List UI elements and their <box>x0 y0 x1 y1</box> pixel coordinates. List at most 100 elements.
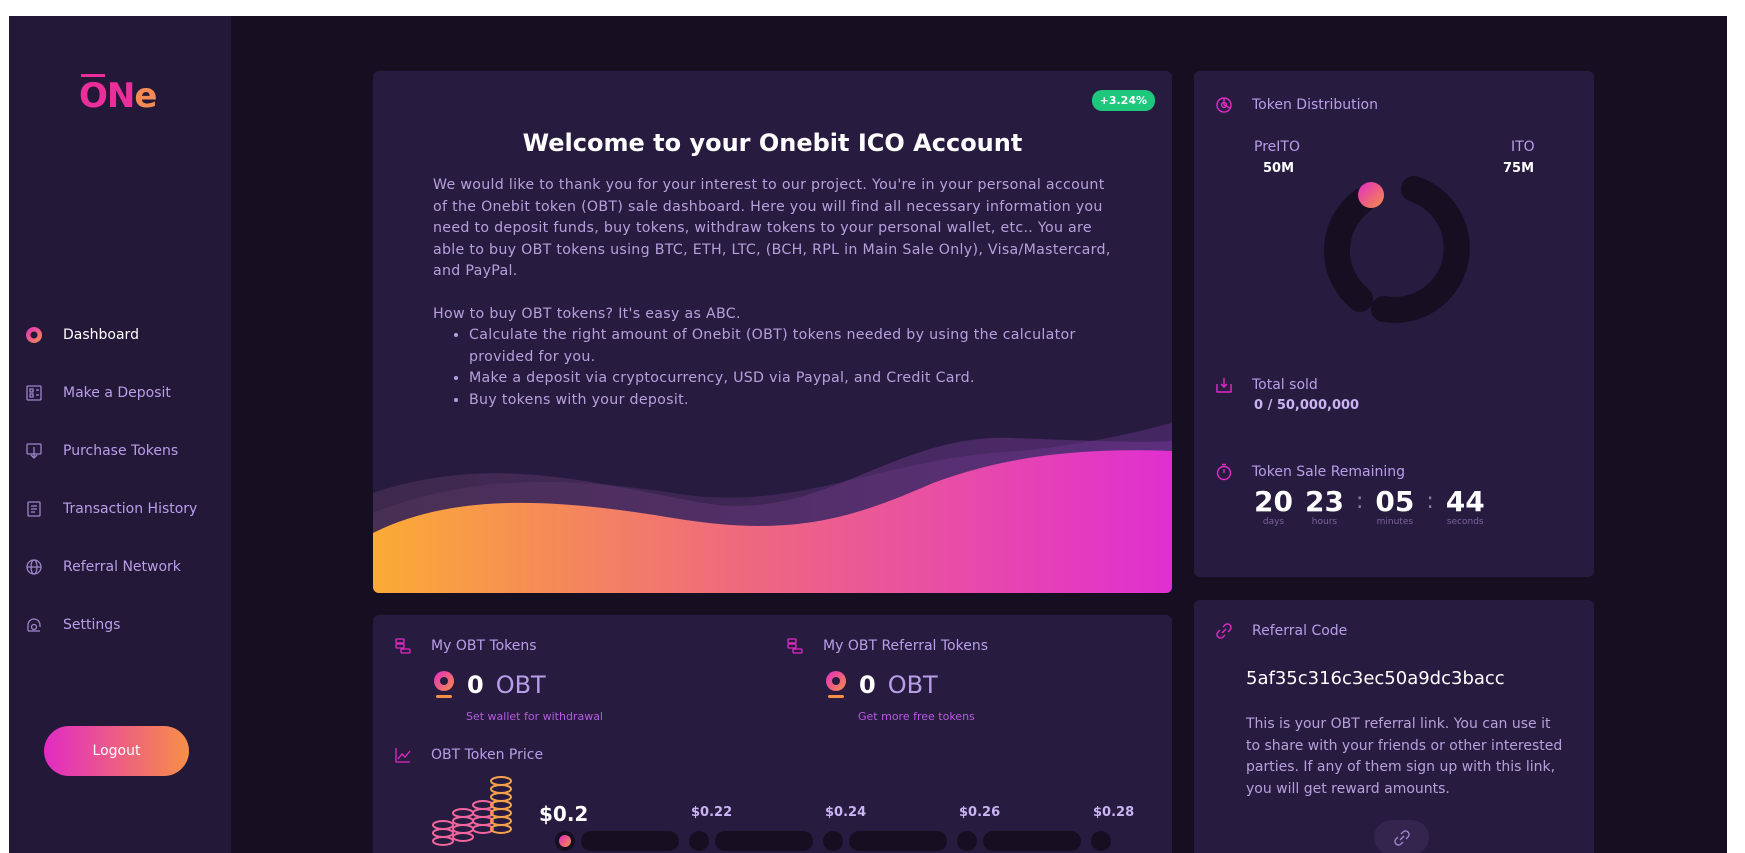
countdown-separator: : <box>1426 489 1434 514</box>
coin-stack-graphic <box>432 776 512 846</box>
token-price-header: OBT Token Price <box>393 745 543 765</box>
total-sold-value: 0 / 50,000,000 <box>1254 398 1360 413</box>
line-chart-icon <box>393 745 413 765</box>
settings-icon <box>23 614 45 636</box>
sidebar-item-label: Transaction History <box>63 501 198 517</box>
logo-letter-o: O <box>79 76 108 116</box>
ito-label: ITO <box>1511 139 1535 155</box>
preito-label: PreITO <box>1254 139 1300 155</box>
price-current: $0.2 <box>539 802 589 826</box>
distribution-header: Token Distribution <box>1214 95 1378 115</box>
referral-tokens-value: 0 <box>859 671 876 699</box>
countdown-hours-value: 23 <box>1304 485 1344 518</box>
set-wallet-link[interactable]: Set wallet for withdrawal <box>466 710 603 723</box>
welcome-body: We would like to thank you for your inte… <box>433 175 1123 411</box>
logout-button[interactable]: Logout <box>44 726 189 776</box>
countdown-days-label: days <box>1262 517 1285 527</box>
get-free-tokens-link[interactable]: Get more free tokens <box>858 710 975 723</box>
sidebar-item-history[interactable]: Transaction History <box>9 480 231 538</box>
countdown-hours-label: hours <box>1311 517 1338 527</box>
referral-description: This is your OBT referral link. You can … <box>1246 716 1563 797</box>
referral-code-header: Referral Code <box>1214 621 1347 641</box>
link-icon <box>1214 621 1234 641</box>
countdown-days: 20 days <box>1254 485 1293 528</box>
price-step: $0.24 <box>825 805 867 820</box>
price-step: $0.26 <box>959 805 1001 820</box>
sidebar-item-dashboard[interactable]: Dashboard <box>9 306 231 364</box>
sidebar: ONe Dashboard Make a Deposit Purchase To… <box>9 16 231 853</box>
sidebar-item-label: Purchase Tokens <box>63 443 179 459</box>
my-tokens-value: 0 <box>467 671 484 699</box>
countdown-minutes: 05 minutes <box>1375 485 1415 528</box>
price-progress-track <box>555 831 1111 851</box>
copy-link-button[interactable] <box>1374 820 1429 853</box>
welcome-intro: We would like to thank you for your inte… <box>433 177 1111 279</box>
countdown-hours: 23 hours <box>1304 485 1344 528</box>
welcome-title: Welcome to your Onebit ICO Account <box>522 129 1023 157</box>
countdown-minutes-value: 05 <box>1375 485 1415 518</box>
price-step: $0.28 <box>1093 805 1135 820</box>
howto-step: Make a deposit via cryptocurrency, USD v… <box>469 368 1123 390</box>
sidebar-item-referral[interactable]: Referral Network <box>9 538 231 596</box>
sidebar-item-deposit[interactable]: Make a Deposit <box>9 364 231 422</box>
dashboard-icon <box>23 324 45 346</box>
page-scrollbar[interactable] <box>1727 16 1736 853</box>
distribution-donut-chart <box>1323 176 1470 323</box>
countdown-days-value: 20 <box>1254 485 1293 518</box>
history-icon <box>23 498 45 520</box>
token-price-title: OBT Token Price <box>431 747 544 763</box>
pie-chart-icon <box>1214 95 1234 115</box>
stopwatch-icon <box>1214 462 1234 482</box>
sidebar-item-label: Dashboard <box>63 327 139 343</box>
howto-title: How to buy OBT tokens? It's easy as ABC. <box>433 305 741 322</box>
distribution-title: Token Distribution <box>1252 97 1378 113</box>
my-tokens-amount: 0 OBT <box>433 671 546 699</box>
deposit-icon <box>23 382 45 404</box>
referral-tokens-amount: 0 OBT <box>825 671 938 699</box>
my-tokens-section: My OBT Tokens <box>393 636 537 656</box>
logo-letter-e: e <box>134 76 157 116</box>
referral-code-card: Referral Code 5af35c316c3ec50a9dc3bacc T… <box>1194 600 1594 853</box>
preito-value: 50M <box>1263 161 1295 176</box>
brand-logo[interactable]: ONe <box>79 76 157 116</box>
referral-code-value[interactable]: 5af35c316c3ec50a9dc3bacc <box>1246 668 1505 689</box>
sidebar-item-label: Referral Network <box>63 559 181 575</box>
countdown-minutes-label: minutes <box>1376 517 1414 527</box>
logo-letter-n: N <box>106 76 135 116</box>
token-pin-icon <box>434 671 454 698</box>
welcome-wave-graphic <box>373 423 1172 593</box>
token-pin-icon <box>826 671 846 698</box>
countdown-seconds: 44 seconds <box>1445 485 1485 528</box>
howto-step: Buy tokens with your deposit. <box>469 390 1123 412</box>
total-sold-label: Total sold <box>1252 377 1318 393</box>
my-tokens-header: My OBT Tokens <box>393 636 537 656</box>
sidebar-item-label: Make a Deposit <box>63 385 171 401</box>
referral-code-title: Referral Code <box>1252 623 1348 639</box>
coins-icon <box>393 636 413 656</box>
price-step: $0.22 <box>691 805 733 820</box>
howto-step: Calculate the right amount of Onebit (OB… <box>469 325 1123 368</box>
referral-tokens-unit: OBT <box>887 671 938 699</box>
token-distribution-card: Token Distribution PreITO 50M ITO 75M To… <box>1194 71 1594 577</box>
sidebar-item-purchase[interactable]: Purchase Tokens <box>9 422 231 480</box>
referral-tokens-section: My OBT Referral Tokens <box>785 636 988 656</box>
my-tokens-unit: OBT <box>495 671 546 699</box>
token-price-section: OBT Token Price <box>393 745 543 765</box>
referral-tokens-title: My OBT Referral Tokens <box>823 638 989 654</box>
countdown-seconds-value: 44 <box>1445 485 1485 518</box>
change-badge: +3.24% <box>1091 90 1155 111</box>
purchase-icon <box>23 440 45 462</box>
sale-remaining-header: Token Sale Remaining <box>1214 462 1405 482</box>
howto-steps: Calculate the right amount of Onebit (OB… <box>433 325 1123 411</box>
my-tokens-title: My OBT Tokens <box>431 638 537 654</box>
total-sold-header: Total sold <box>1214 375 1318 395</box>
globe-icon <box>23 556 45 578</box>
sidebar-nav: Dashboard Make a Deposit Purchase Tokens… <box>9 306 231 654</box>
countdown-seconds-label: seconds <box>1446 517 1484 527</box>
sidebar-item-settings[interactable]: Settings <box>9 596 231 654</box>
sale-countdown: 20 days 23 hours : 05 minutes : 44 secon… <box>1254 485 1497 528</box>
ito-value: 75M <box>1503 161 1535 176</box>
app-window: ONe Dashboard Make a Deposit Purchase To… <box>9 16 1736 853</box>
download-box-icon <box>1214 375 1234 395</box>
welcome-card: +3.24% Welcome to your Onebit ICO Accoun… <box>373 71 1172 593</box>
